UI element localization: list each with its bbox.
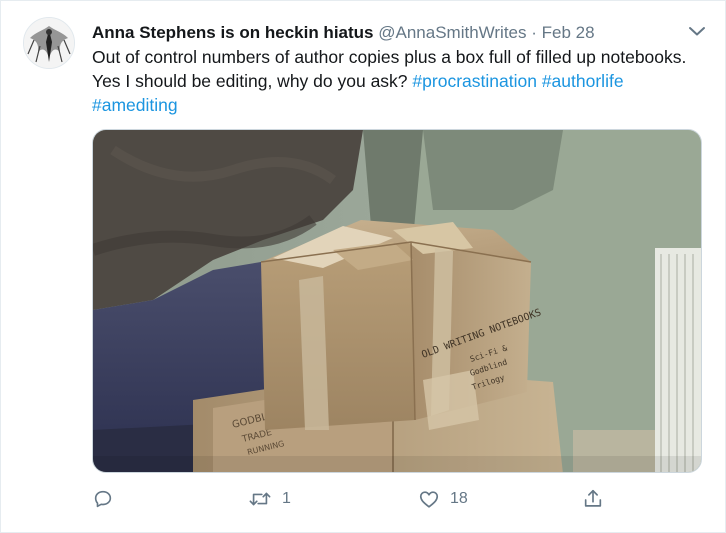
share-button[interactable] <box>582 485 604 513</box>
hashtag-authorlife[interactable]: #authorlife <box>542 71 624 91</box>
photo-scene: GODBLIND TRADE RUNNING OLD WRITING NOTEB… <box>93 130 701 472</box>
action-bar: 1 18 <box>92 485 702 513</box>
tweet-card[interactable]: Anna Stephens is on heckin hiatus @AnnaS… <box>0 0 726 533</box>
retweet-count: 1 <box>282 490 291 507</box>
hashtag-amediting[interactable]: #amediting <box>92 95 178 115</box>
separator-dot: · <box>531 23 537 42</box>
hashtag-procrastination[interactable]: #procrastination <box>412 71 537 91</box>
avatar[interactable] <box>23 17 75 69</box>
avatar-illustration <box>24 18 74 68</box>
like-count: 18 <box>450 490 468 507</box>
chevron-down-icon[interactable] <box>685 19 709 43</box>
tweet-date[interactable]: Feb 28 <box>542 23 595 42</box>
tweet-photo[interactable]: GODBLIND TRADE RUNNING OLD WRITING NOTEB… <box>92 129 702 473</box>
retweet-icon <box>248 488 272 510</box>
reply-button[interactable] <box>92 485 124 513</box>
author-name[interactable]: Anna Stephens is on heckin hiatus <box>92 23 374 42</box>
heart-icon <box>418 488 440 510</box>
tweet-text: Out of control numbers of author copies … <box>92 45 702 117</box>
like-button[interactable]: 18 <box>418 485 468 513</box>
author-handle[interactable]: @AnnaSmithWrites <box>378 23 526 42</box>
retweet-button[interactable]: 1 <box>248 485 291 513</box>
tweet-header: Anna Stephens is on heckin hiatus @AnnaS… <box>92 21 685 45</box>
reply-icon <box>92 488 114 510</box>
share-icon <box>582 488 604 510</box>
